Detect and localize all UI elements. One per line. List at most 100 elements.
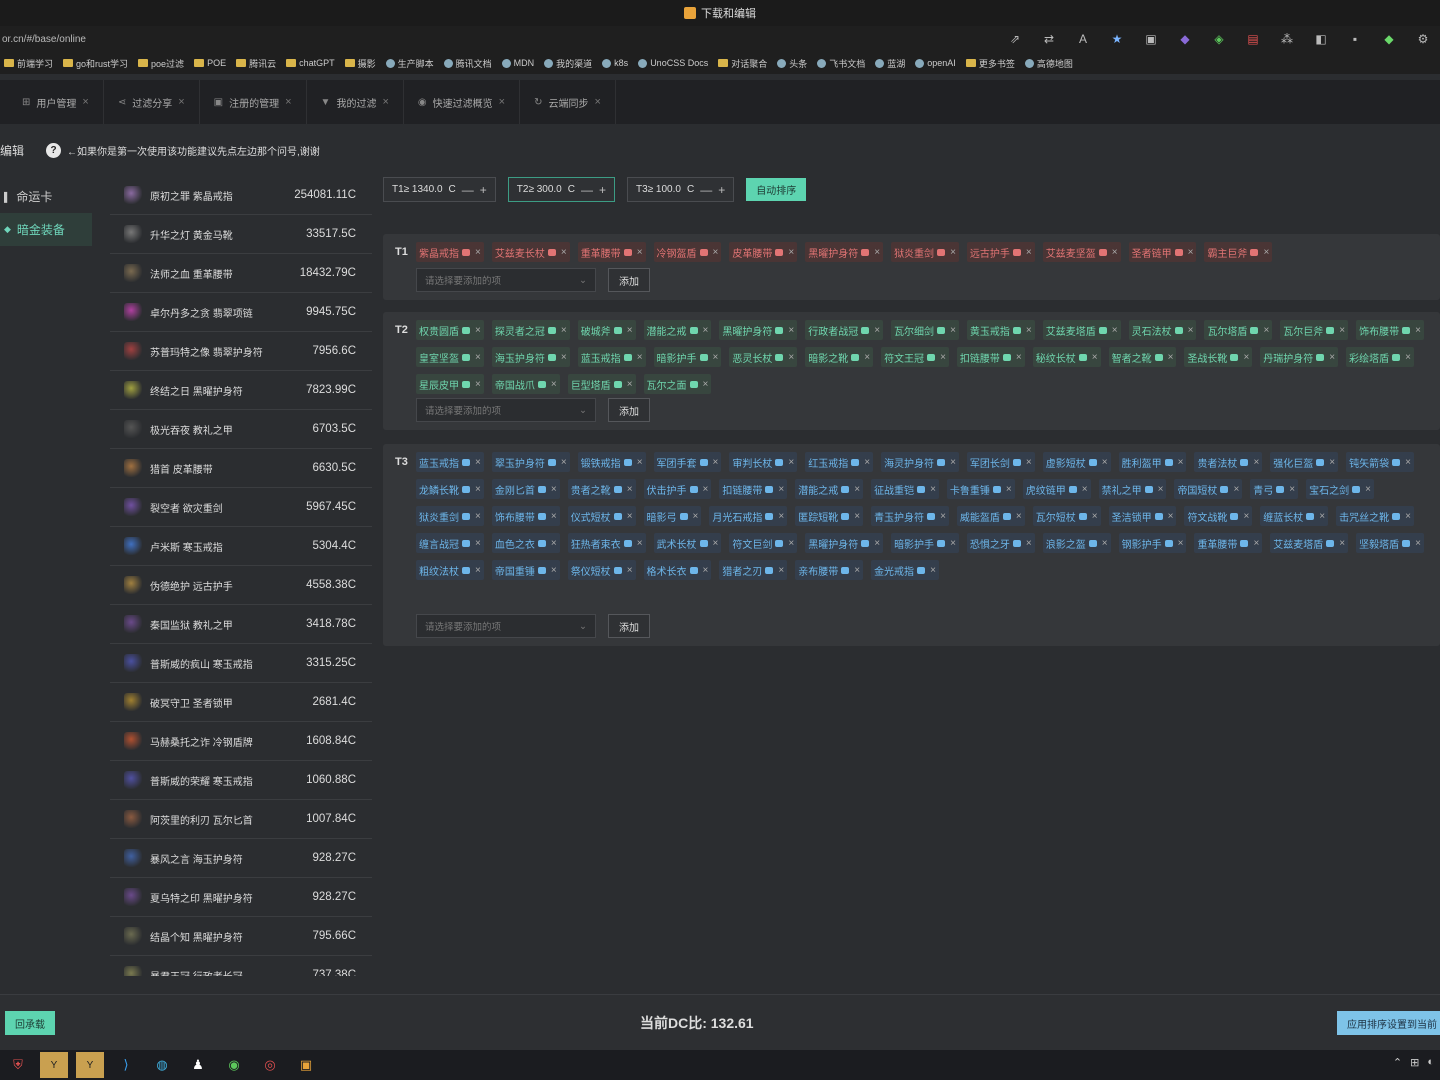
tab-1[interactable]: ⊞ 用户管理 × [8, 80, 104, 124]
list-item[interactable]: 夏乌特之印 黑曜护身符 928.27C [110, 878, 372, 917]
remove-tag-icon[interactable]: × [551, 379, 557, 390]
remove-tag-icon[interactable]: × [778, 565, 784, 576]
item-select[interactable]: 请选择要添加的项 ⌄ [416, 614, 596, 638]
tier-tag[interactable]: 锻铁戒指 × [577, 452, 646, 472]
remove-tag-icon[interactable]: × [627, 379, 633, 390]
tab-4[interactable]: ▼ 我的过滤 × [307, 80, 404, 124]
remove-tag-icon[interactable]: × [788, 247, 794, 258]
remove-tag-icon[interactable]: × [703, 325, 709, 336]
tier-tag[interactable]: 艾兹麦塔盾 × [1270, 533, 1349, 553]
remove-tag-icon[interactable]: × [1319, 511, 1325, 522]
help-icon[interactable]: ? [46, 142, 62, 158]
sidebar-item[interactable]: ◆ 暗金装备 [0, 213, 92, 246]
close-icon[interactable]: × [285, 96, 291, 108]
tier-tag[interactable]: 强化巨盔 × [1270, 452, 1339, 472]
remove-tag-icon[interactable]: × [1016, 352, 1022, 363]
list-item[interactable]: 苏普玛特之像 翡翠护身符 7956.6C [110, 332, 372, 371]
tier-tag[interactable]: 军团长剑 × [966, 452, 1035, 472]
tier-tag[interactable]: 符文巨剑 × [729, 533, 798, 553]
tier-tag[interactable]: 仪式短杖 × [567, 506, 636, 526]
bookmark-item[interactable]: 更多书签 [965, 57, 1015, 70]
remove-tag-icon[interactable]: × [551, 565, 557, 576]
remove-tag-icon[interactable]: × [475, 247, 481, 258]
list-item[interactable]: 马赫桑托之诈 冷钢盾牌 1608.84C [110, 722, 372, 761]
remove-tag-icon[interactable]: × [713, 352, 719, 363]
remove-tag-icon[interactable]: × [1405, 352, 1411, 363]
tier-tag[interactable]: 钝矢箭袋 × [1346, 452, 1414, 472]
tier-tag[interactable]: 远古护手 × [966, 242, 1035, 262]
remove-tag-icon[interactable]: × [1016, 511, 1022, 522]
list-item[interactable]: 普斯威的疯山 寒玉戒指 3315.25C [110, 644, 372, 683]
remove-tag-icon[interactable]: × [1415, 325, 1421, 336]
remove-tag-icon[interactable]: × [1188, 247, 1194, 258]
bookmark-item[interactable]: MDN [501, 58, 534, 68]
remove-tag-icon[interactable]: × [1158, 484, 1164, 495]
tier-tag[interactable]: 丹瑞护身符 × [1260, 347, 1339, 367]
remove-tag-icon[interactable]: × [1006, 484, 1012, 495]
remove-tag-icon[interactable]: × [713, 457, 719, 468]
yuque-icon[interactable]: Y [40, 1052, 68, 1078]
list-item[interactable]: 升华之灯 黄金马靴 33517.5C [110, 215, 372, 254]
bookmark-item[interactable]: 对话聚合 [718, 57, 767, 70]
tier-tag[interactable]: 权贵圆盾 × [416, 320, 484, 340]
tier-tag[interactable]: 探灵者之冠 × [491, 320, 570, 340]
tier-tag[interactable]: 征战重铠 × [871, 479, 939, 499]
bookmark-item[interactable]: go和rust学习 [63, 57, 128, 70]
tier-tag[interactable]: 翠玉护身符 × [491, 452, 570, 472]
remove-tag-icon[interactable]: × [950, 325, 956, 336]
address-bar[interactable]: or.cn/#/base/online ⇗ ⇄ A ★ ▣ ◆ ◈ ▤ ⁂ ◧ … [0, 26, 1440, 52]
tier-tag[interactable]: 宝石之剑 × [1306, 479, 1374, 499]
tier-tag[interactable]: 圣者链甲 × [1128, 242, 1197, 262]
list-item[interactable]: 原初之罪 紫晶戒指 254081.11C [110, 176, 372, 215]
close-icon[interactable]: × [382, 96, 388, 108]
tray-chevron-icon[interactable]: ⌃ [1393, 1056, 1402, 1069]
tier-tag[interactable]: 秘纹长杖 × [1032, 347, 1101, 367]
bookmark-item[interactable]: poe过滤 [138, 57, 184, 70]
remove-tag-icon[interactable]: × [1253, 457, 1259, 468]
tier-tag[interactable]: 贵者之靴 × [567, 479, 636, 499]
tier-tag[interactable]: 冷钢盔盾 × [653, 242, 722, 262]
tier-tag[interactable]: 缠蓝长杖 × [1260, 506, 1329, 526]
remove-tag-icon[interactable]: × [561, 247, 567, 258]
tier-tag[interactable]: 虚影短杖 × [1042, 452, 1111, 472]
remove-tag-icon[interactable]: × [1329, 352, 1335, 363]
remove-tag-icon[interactable]: × [637, 538, 643, 549]
tier-tag[interactable]: 金刚匕首 × [491, 479, 560, 499]
remove-tag-icon[interactable]: × [1178, 538, 1184, 549]
remove-tag-icon[interactable]: × [788, 325, 794, 336]
list-item[interactable]: 卓尔丹多之贪 翡翠项链 9945.75C [110, 293, 372, 332]
tier-tag[interactable]: 星辰皮甲 × [416, 374, 484, 394]
remove-tag-icon[interactable]: × [1243, 352, 1249, 363]
extensions-puzzle-icon[interactable]: ⚙ [1406, 32, 1440, 46]
tier-tag[interactable]: 浪影之盔 × [1042, 533, 1111, 553]
remove-tag-icon[interactable]: × [940, 352, 946, 363]
tier-tag[interactable]: 行政者战冠 × [805, 320, 884, 340]
remove-tag-icon[interactable]: × [1112, 325, 1118, 336]
remove-tag-icon[interactable]: × [627, 565, 633, 576]
bookmark-item[interactable]: chatGPT [286, 58, 335, 68]
tier-tag[interactable]: 贵者法杖 × [1194, 452, 1263, 472]
add-button[interactable]: 添加 [608, 268, 650, 292]
remove-tag-icon[interactable]: × [1026, 538, 1032, 549]
remove-tag-icon[interactable]: × [1178, 457, 1184, 468]
tier-tag[interactable]: 血色之衣 × [491, 533, 560, 553]
tier-tag[interactable]: 皮革腰带 × [729, 242, 798, 262]
remove-tag-icon[interactable]: × [1329, 457, 1335, 468]
read-aloud-icon[interactable]: A [1066, 32, 1100, 46]
extension-icon-7[interactable]: ▪ [1338, 32, 1372, 46]
remove-tag-icon[interactable]: × [1243, 511, 1249, 522]
vscode-icon[interactable]: ⟩ [112, 1052, 140, 1078]
remove-tag-icon[interactable]: × [1415, 538, 1421, 549]
remove-tag-icon[interactable]: × [1188, 325, 1194, 336]
remove-tag-icon[interactable]: × [561, 325, 567, 336]
remove-tag-icon[interactable]: × [1026, 247, 1032, 258]
tier-tag[interactable]: 暗影护手 × [891, 533, 959, 553]
tier-tag[interactable]: 卡鲁重锤 × [946, 479, 1015, 499]
remove-tag-icon[interactable]: × [940, 511, 946, 522]
back-button[interactable]: 回承载 [5, 1011, 55, 1035]
remove-tag-icon[interactable]: × [561, 352, 567, 363]
qq-icon[interactable]: ♟ [184, 1052, 212, 1078]
close-icon[interactable]: × [82, 96, 88, 108]
tier-tag[interactable]: 扣链腰带 × [719, 479, 788, 499]
list-item[interactable]: 暴君王冠 行政者长冠 737.38C [110, 956, 372, 976]
